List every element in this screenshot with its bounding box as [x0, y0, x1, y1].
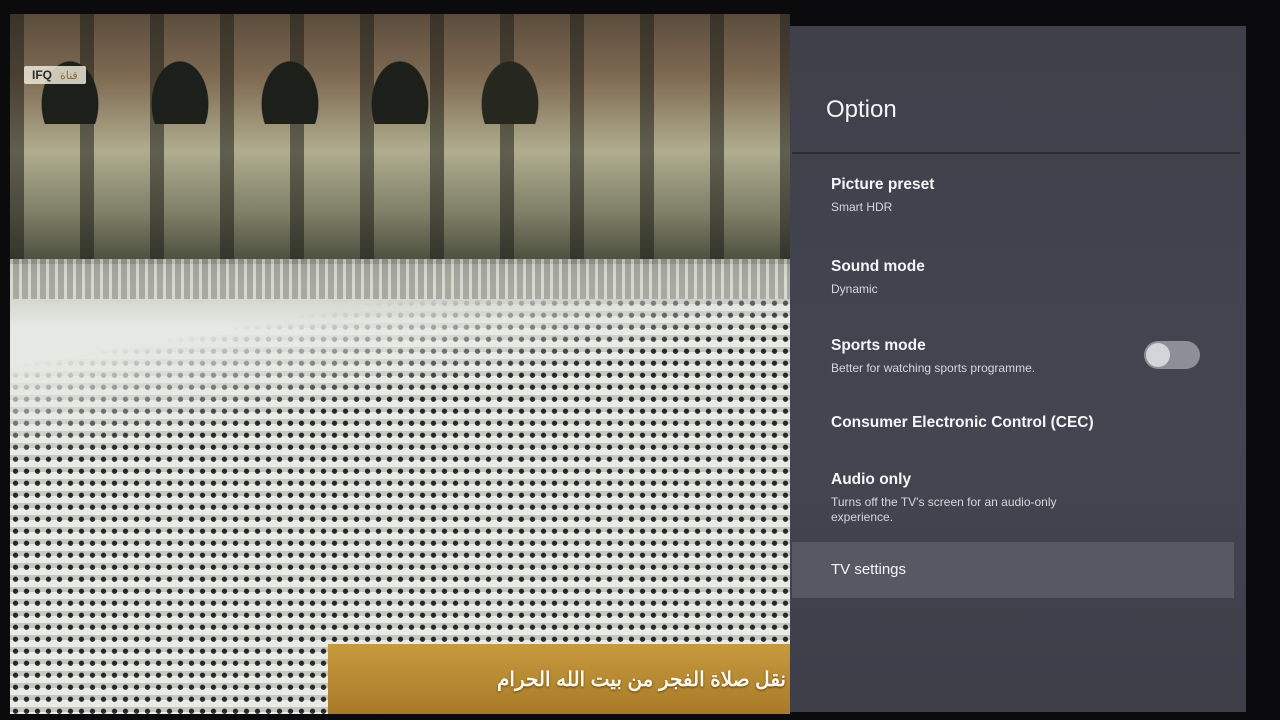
channel-logo-text: IFQ — [32, 68, 52, 82]
menu-item-label: TV settings — [831, 561, 907, 578]
menu-item-cec[interactable]: Consumer Electronic Control (CEC) — [790, 413, 1236, 453]
option-panel: Option Picture preset Smart HDR Sound mo… — [790, 26, 1246, 712]
tv-video-feed: IFQ ﻗﻨﺎﺓ نقل صلاة الفجر من بيت الله الحر… — [10, 14, 790, 714]
menu-item-value: Smart HDR — [831, 200, 893, 214]
menu-item-label: Sound mode — [831, 258, 925, 275]
menu-item-description: Turns off the TV's screen for an audio-o… — [831, 495, 1057, 524]
menu-item-description: Better for watching sports programme. — [831, 361, 1036, 375]
courtyard-railing — [10, 259, 790, 299]
menu-item-picture-preset[interactable]: Picture preset Smart HDR — [790, 174, 1236, 234]
menu-item-audio-only[interactable]: Audio only Turns off the TV's screen for… — [790, 469, 1236, 529]
menu-item-value: Dynamic — [831, 282, 878, 296]
news-ticker: نقل صلاة الفجر من بيت الله الحرام — [328, 644, 790, 714]
title-divider — [792, 152, 1240, 154]
menu-item-label: Picture preset — [831, 176, 935, 193]
menu-item-tv-settings[interactable]: TV settings — [792, 542, 1234, 598]
channel-logo: IFQ ﻗﻨﺎﺓ — [24, 66, 86, 84]
channel-logo-sub: ﻗﻨﺎﺓ — [60, 69, 78, 82]
menu-item-label: Audio only — [831, 471, 912, 488]
menu-item-label: Sports mode — [831, 337, 926, 354]
toggle-knob — [1146, 343, 1170, 367]
mosque-arches — [10, 14, 790, 124]
menu-item-label: Consumer Electronic Control (CEC) — [831, 414, 1094, 431]
sports-mode-toggle[interactable] — [1144, 341, 1200, 369]
menu-item-sound-mode[interactable]: Sound mode Dynamic — [790, 256, 1236, 316]
ticker-text: نقل صلاة الفجر من بيت الله الحرام — [497, 668, 786, 691]
panel-title: Option — [826, 96, 897, 123]
